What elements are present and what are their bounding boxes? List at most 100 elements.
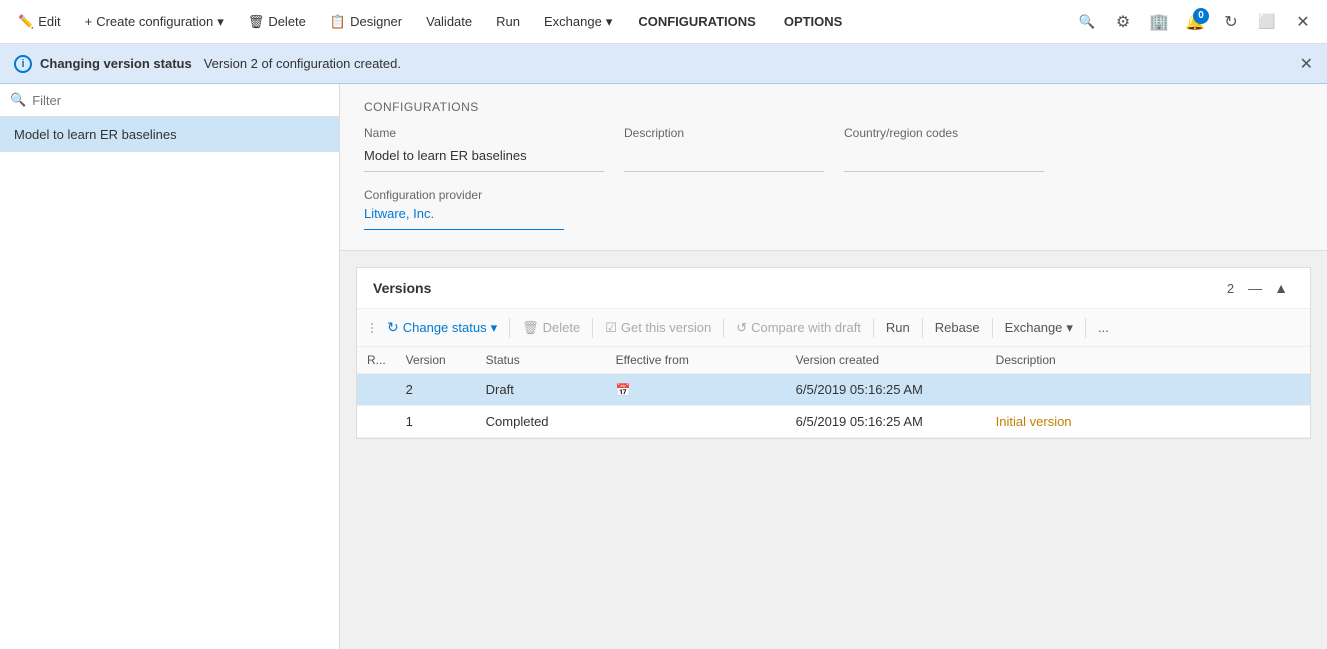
designer-button[interactable]: 📋 Designer: [320, 10, 412, 34]
edit-icon: ✏️: [18, 14, 34, 30]
versions-dash-button[interactable]: —: [1242, 278, 1268, 298]
calendar-icon[interactable]: 📅: [616, 383, 631, 397]
change-status-chevron: ▾: [491, 320, 498, 336]
get-this-version-button[interactable]: ☑ Get this version: [597, 316, 719, 340]
fields-row: Name Model to learn ER baselines Descrip…: [364, 126, 1303, 172]
filter-box: 🔍: [0, 84, 339, 117]
change-status-button[interactable]: ↻ Change status ▾: [379, 315, 505, 340]
vtb-exchange-chevron: ▾: [1066, 320, 1073, 336]
settings-button[interactable]: ⚙: [1107, 6, 1139, 38]
notification-badge: 0: [1193, 8, 1209, 24]
row1-created: 6/5/2019 05:16:25 AM: [786, 374, 986, 406]
change-status-icon: ↻: [387, 319, 399, 336]
run-button[interactable]: Run: [486, 10, 530, 33]
validate-label: Validate: [426, 14, 472, 29]
get-this-version-label: Get this version: [621, 320, 711, 335]
vtb-run-button[interactable]: Run: [878, 316, 918, 339]
close-button[interactable]: ✕: [1287, 6, 1319, 38]
configurations-tab[interactable]: CONFIGURATIONS: [626, 10, 767, 33]
change-status-label: Change status: [403, 320, 487, 335]
versions-collapse-button[interactable]: ▲: [1268, 278, 1294, 298]
vtb-run-label: Run: [886, 320, 910, 335]
validate-button[interactable]: Validate: [416, 10, 482, 33]
vtb-more-button[interactable]: ...: [1090, 316, 1117, 339]
banner-detail: Version 2 of configuration created.: [204, 56, 401, 71]
versions-table: R... Version Status Effective from Versi…: [357, 347, 1310, 438]
banner-close-button[interactable]: ✕: [1300, 54, 1313, 74]
vtb-exchange-button[interactable]: Exchange ▾: [997, 316, 1081, 340]
table-row[interactable]: 2 Draft 📅 6/5/2019 05:16:25 AM: [357, 374, 1310, 406]
maximize-button[interactable]: ⬜: [1251, 6, 1283, 38]
provider-value[interactable]: Litware, Inc.: [364, 202, 564, 230]
col-header-effective: Effective from: [606, 347, 786, 374]
notifications-button[interactable]: 🔔 0: [1179, 6, 1211, 38]
table-header-row: R... Version Status Effective from Versi…: [357, 347, 1310, 374]
compare-icon: ↺: [736, 320, 747, 336]
create-label: Create configuration: [96, 14, 213, 29]
versions-toolbar: ↻ Change status ▾ 🗑 Delete ☑ Get this ve…: [357, 309, 1310, 347]
provider-label: Configuration provider: [364, 188, 1303, 202]
vtb-delete-label: Delete: [543, 320, 581, 335]
row2-created: 6/5/2019 05:16:25 AM: [786, 406, 986, 438]
row2-version: 1: [396, 406, 476, 438]
settings-icon: ⚙: [1116, 12, 1130, 32]
maximize-icon: ⬜: [1258, 13, 1275, 30]
description-field-group: Description: [624, 126, 844, 172]
options-tab[interactable]: OPTIONS: [772, 10, 855, 33]
designer-label: Designer: [350, 14, 402, 29]
delete-icon: 🗑: [248, 14, 265, 30]
filter-input[interactable]: [32, 93, 329, 108]
vtb-sep-6: [992, 318, 993, 338]
name-label: Name: [364, 126, 604, 140]
filter-icon: 🔍: [10, 92, 26, 108]
vtb-delete-icon: 🗑: [522, 320, 539, 336]
row1-version: 2: [396, 374, 476, 406]
section-title: CONFIGURATIONS: [364, 100, 1303, 114]
row2-effective: [606, 406, 786, 438]
vtb-sep-4: [873, 318, 874, 338]
main-layout: 🔍 Model to learn ER baselines CONFIGURAT…: [0, 84, 1327, 649]
versions-panel-wrapper: Versions 2 — ▲ ↻ Change status ▾: [340, 267, 1327, 439]
col-header-version: Version: [396, 347, 476, 374]
banner-text: Changing version status: [40, 56, 192, 71]
provider-row: Configuration provider Litware, Inc.: [364, 188, 1303, 230]
create-configuration-button[interactable]: + Create configuration ▾: [75, 10, 234, 34]
vtb-rebase-label: Rebase: [935, 320, 980, 335]
vtb-sep-7: [1085, 318, 1086, 338]
refresh-button[interactable]: ↻: [1215, 6, 1247, 38]
row2-status: Completed: [476, 406, 606, 438]
drag-handle[interactable]: [369, 321, 377, 335]
vtb-delete-button[interactable]: 🗑 Delete: [514, 316, 588, 340]
chevron-down-icon-exchange: ▾: [606, 14, 613, 30]
exchange-button[interactable]: Exchange ▾: [534, 10, 622, 34]
search-icon: 🔍: [1079, 14, 1096, 30]
refresh-icon: ↻: [1224, 12, 1237, 32]
delete-label: Delete: [268, 14, 306, 29]
compare-with-draft-label: Compare with draft: [751, 320, 861, 335]
sidebar: 🔍 Model to learn ER baselines: [0, 84, 340, 649]
vtb-exchange-label: Exchange: [1005, 320, 1063, 335]
office-icon-button[interactable]: 🏢: [1143, 6, 1175, 38]
plus-icon: +: [85, 14, 93, 29]
run-label: Run: [496, 14, 520, 29]
versions-title: Versions: [373, 280, 1227, 296]
edit-button[interactable]: ✏️ Edit: [8, 10, 71, 34]
col-header-description: Description: [986, 347, 1310, 374]
designer-icon: 📋: [330, 14, 346, 30]
search-button[interactable]: 🔍: [1071, 6, 1103, 38]
country-label: Country/region codes: [844, 126, 1044, 140]
compare-with-draft-button[interactable]: ↺ Compare with draft: [728, 316, 869, 340]
row1-r: [357, 374, 396, 406]
vtb-more-label: ...: [1098, 320, 1109, 335]
vtb-rebase-button[interactable]: Rebase: [927, 316, 988, 339]
table-row[interactable]: 1 Completed 6/5/2019 05:16:25 AM Initial…: [357, 406, 1310, 438]
col-header-version-created: Version created: [786, 347, 986, 374]
exchange-label: Exchange: [544, 14, 602, 29]
delete-button[interactable]: 🗑 Delete: [238, 10, 316, 34]
chevron-down-icon: ▾: [217, 14, 224, 30]
close-icon: ✕: [1296, 12, 1309, 32]
edit-label: Edit: [38, 14, 60, 29]
country-field-group: Country/region codes: [844, 126, 1044, 172]
name-value: Model to learn ER baselines: [364, 144, 604, 172]
sidebar-item-model[interactable]: Model to learn ER baselines: [0, 117, 339, 152]
